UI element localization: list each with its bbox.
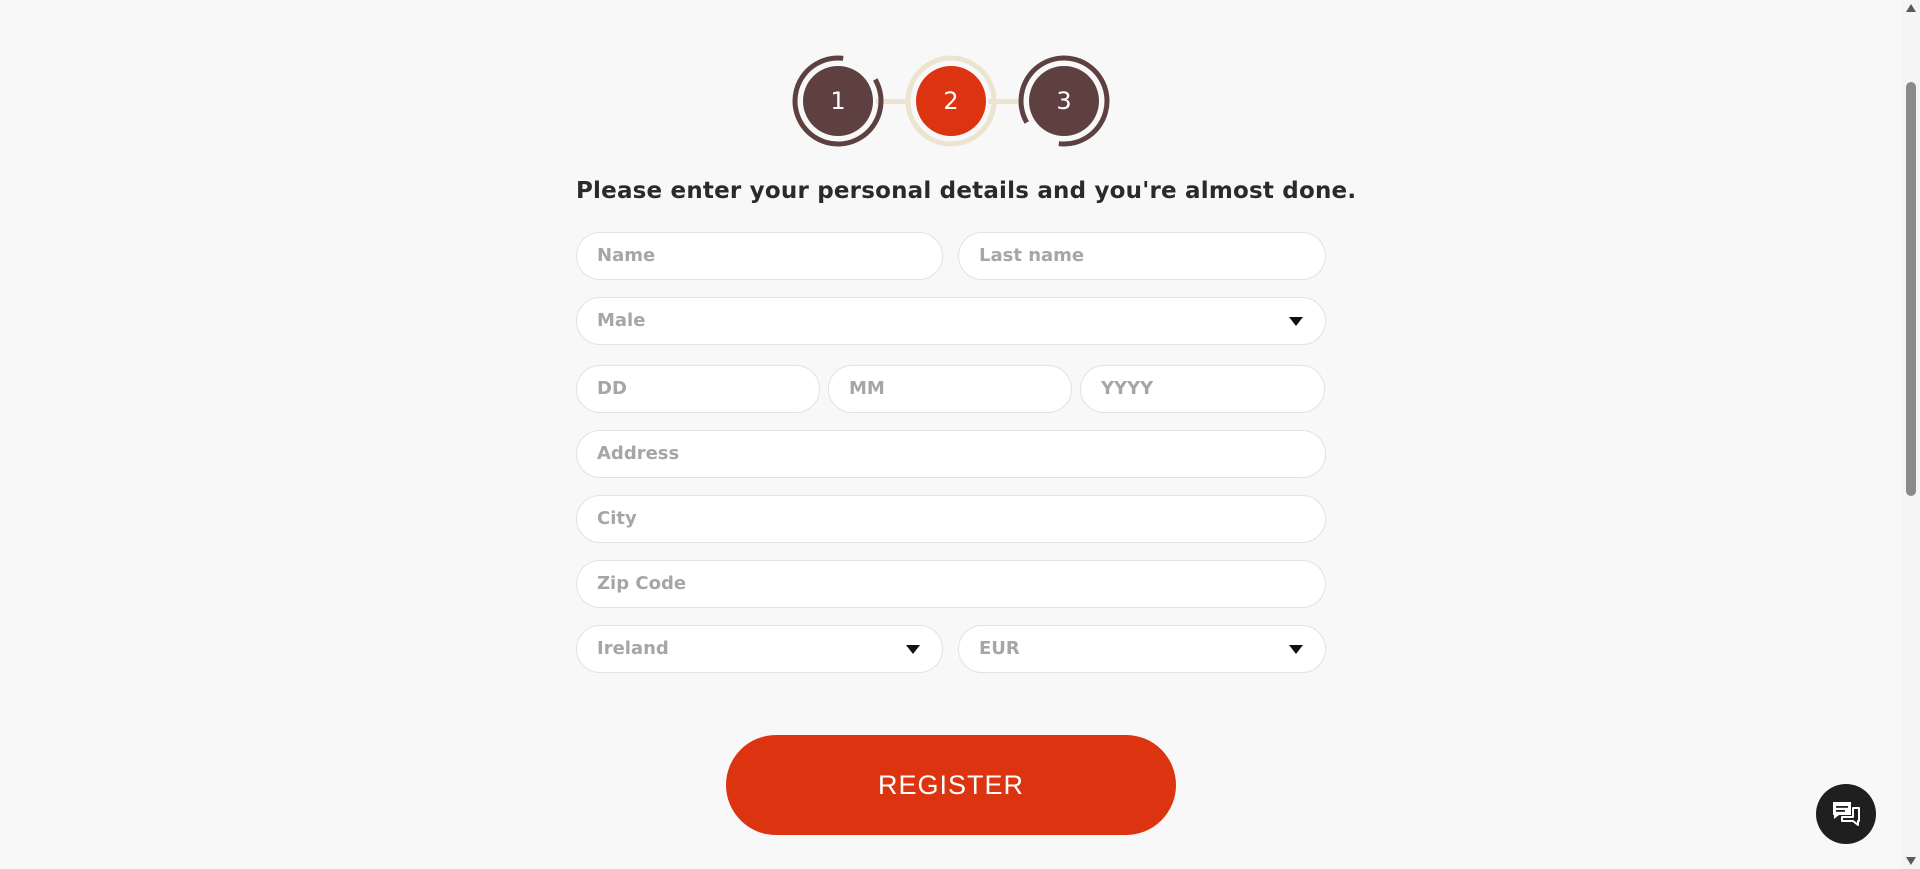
step-1: 1 xyxy=(792,55,884,147)
chevron-down-icon xyxy=(1289,645,1303,654)
zip-code-input[interactable]: Zip Code xyxy=(576,560,1326,608)
dob-year-placeholder: YYYY xyxy=(1101,378,1154,399)
chat-bubbles-icon xyxy=(1833,802,1860,826)
register-button[interactable]: REGISTER xyxy=(726,735,1176,835)
step-2: 2 xyxy=(905,55,997,147)
chat-button[interactable] xyxy=(1816,784,1876,844)
step-number: 3 xyxy=(1056,87,1072,115)
chevron-down-icon xyxy=(906,645,920,654)
last-name-input[interactable]: Last name xyxy=(958,232,1326,280)
country-value: Ireland xyxy=(597,638,669,659)
dob-month-placeholder: MM xyxy=(849,378,885,399)
step-3: 3 xyxy=(1018,55,1110,147)
registration-stepper: 1 2 3 xyxy=(792,55,1110,147)
chevron-down-icon xyxy=(1289,317,1303,326)
gender-select[interactable]: Male xyxy=(576,297,1326,345)
registration-page: 1 2 3 Please enter your personal details… xyxy=(0,0,1920,869)
zip-code-placeholder: Zip Code xyxy=(597,573,687,594)
step-number: 1 xyxy=(830,87,846,115)
page-scrollbar[interactable] xyxy=(1902,0,1920,869)
dob-day-placeholder: DD xyxy=(597,378,627,399)
name-placeholder: Name xyxy=(597,245,656,266)
dob-day-input[interactable]: DD xyxy=(576,365,820,413)
currency-select[interactable]: EUR xyxy=(958,625,1326,673)
country-select[interactable]: Ireland xyxy=(576,625,943,673)
scroll-up-icon[interactable] xyxy=(1906,4,1916,12)
currency-value: EUR xyxy=(979,638,1020,659)
city-placeholder: City xyxy=(597,508,637,529)
scroll-thumb[interactable] xyxy=(1906,82,1916,496)
address-input[interactable]: Address xyxy=(576,430,1326,478)
city-input[interactable]: City xyxy=(576,495,1326,543)
dob-year-input[interactable]: YYYY xyxy=(1080,365,1325,413)
gender-value: Male xyxy=(597,310,646,331)
step-number: 2 xyxy=(943,87,959,115)
name-input[interactable]: Name xyxy=(576,232,943,280)
dob-month-input[interactable]: MM xyxy=(828,365,1072,413)
scroll-down-icon[interactable] xyxy=(1906,857,1916,865)
last-name-placeholder: Last name xyxy=(979,245,1085,266)
address-placeholder: Address xyxy=(597,443,680,464)
form-heading: Please enter your personal details and y… xyxy=(576,178,1357,204)
